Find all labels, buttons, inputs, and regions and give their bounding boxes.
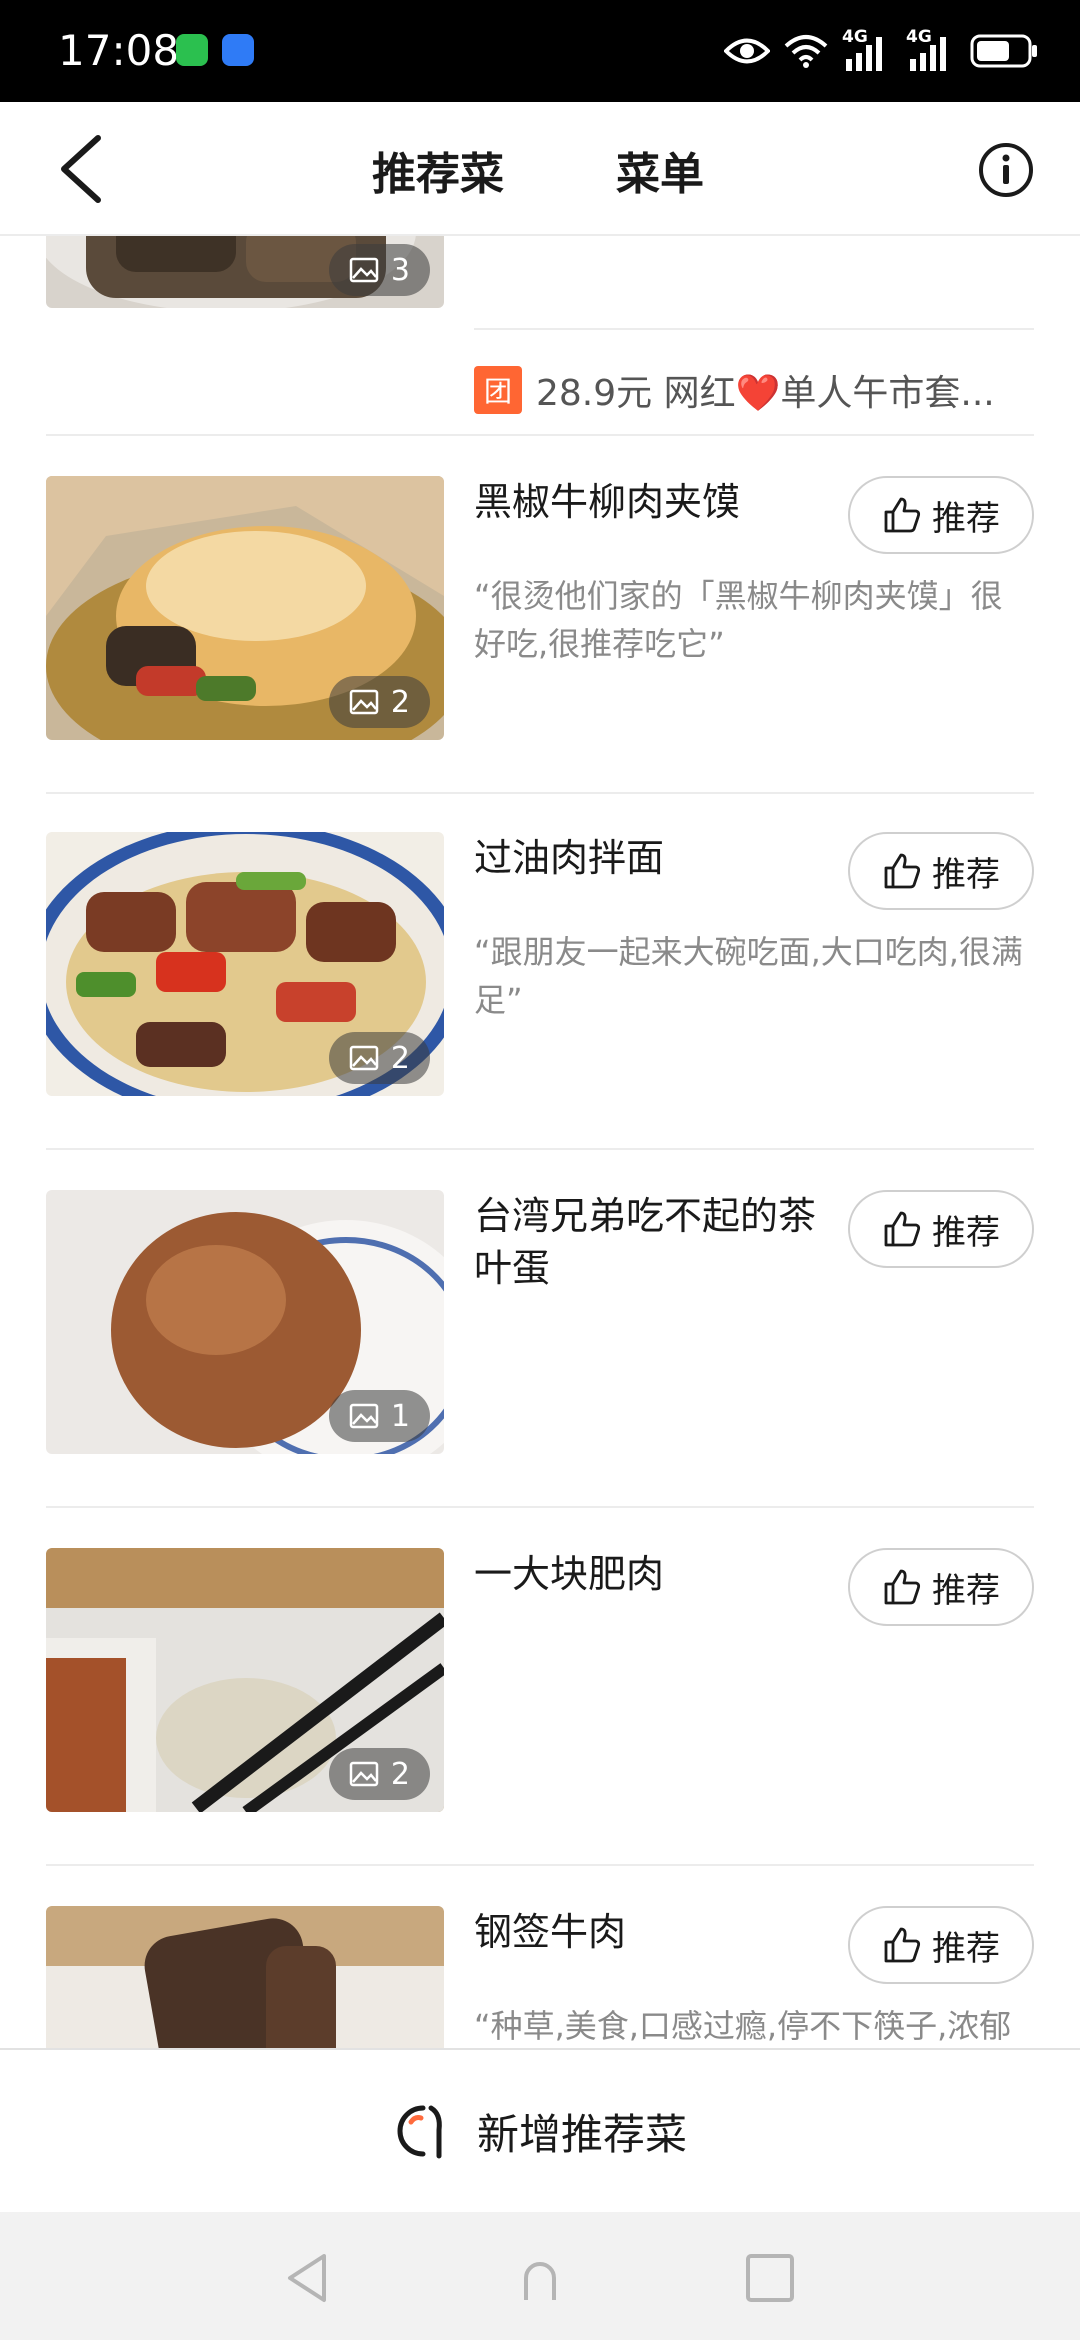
dish-name[interactable]: 过油肉拌面 bbox=[474, 832, 834, 884]
dish-list[interactable]: 3 团 28.9元 网红❤️单人午市套... 2 黑椒牛柳肉夹馍 推荐 “很烫他… bbox=[0, 236, 1080, 2048]
item-divider bbox=[46, 434, 1034, 436]
recommend-label: 推荐 bbox=[932, 1928, 1000, 1969]
recommend-button[interactable]: 推荐 bbox=[848, 476, 1034, 554]
back-icon[interactable] bbox=[50, 132, 120, 206]
image-icon bbox=[349, 689, 379, 715]
item-divider bbox=[46, 1506, 1034, 1508]
thumbs-up-icon bbox=[884, 1927, 921, 1963]
status-indicators: 4G 4G bbox=[724, 26, 1040, 76]
dish-photo[interactable]: 2 bbox=[46, 1548, 444, 1812]
thumbs-up-icon bbox=[884, 1211, 921, 1247]
dish-name[interactable]: 黑椒牛柳肉夹馍 bbox=[474, 476, 834, 528]
system-nav-bar bbox=[0, 2212, 1080, 2340]
recommend-label: 推荐 bbox=[932, 1212, 1000, 1253]
add-recommended-dish-button[interactable]: 新增推荐菜 bbox=[0, 2048, 1080, 2212]
dish-quote: “跟朋友一起来大碗吃面,大口吃肉,很满足” bbox=[474, 933, 1023, 1019]
dish-name[interactable]: 一大块肥肉 bbox=[474, 1548, 834, 1600]
eye-icon bbox=[724, 38, 770, 64]
tab-recommend-label: 推荐菜 bbox=[372, 149, 504, 200]
image-count-badge: 2 bbox=[328, 1032, 430, 1084]
image-count: 3 bbox=[390, 252, 410, 288]
item-divider bbox=[46, 1864, 1034, 1866]
item-divider bbox=[46, 1148, 1034, 1150]
group-deal-promo[interactable]: 团 28.9元 网红❤️单人午市套... bbox=[474, 360, 1034, 420]
image-count-badge: 1 bbox=[328, 1390, 430, 1442]
image-icon bbox=[349, 1761, 379, 1787]
tab-menu[interactable]: 菜单 bbox=[616, 138, 704, 202]
add-label: 新增推荐菜 bbox=[476, 2109, 687, 2159]
image-icon bbox=[349, 1045, 379, 1071]
image-count-badge: 3 bbox=[328, 244, 430, 296]
battery-icon bbox=[970, 34, 1037, 68]
recommend-label: 推荐 bbox=[932, 1570, 1000, 1611]
group-buy-badge: 团 bbox=[474, 366, 522, 414]
status-time: 17:08 bbox=[58, 26, 180, 75]
image-count-badge: 2 bbox=[328, 1748, 430, 1800]
image-count: 2 bbox=[390, 1040, 410, 1076]
recommend-label: 推荐 bbox=[932, 854, 1000, 895]
header: 推荐菜 菜单 bbox=[0, 102, 1080, 236]
info-icon[interactable] bbox=[978, 142, 1034, 198]
dish-photo-partial[interactable]: 3 bbox=[46, 236, 444, 308]
status-bar: 17:08 4G 4G bbox=[0, 0, 1080, 102]
tab-menu-label: 菜单 bbox=[616, 149, 704, 200]
dish-photo[interactable]: 2 bbox=[46, 476, 444, 740]
recommend-button[interactable]: 推荐 bbox=[848, 1190, 1034, 1268]
signal-icon-2: 4G bbox=[906, 27, 956, 73]
image-count-badge: 2 bbox=[328, 676, 430, 728]
image-count: 2 bbox=[390, 684, 410, 720]
add-dish-icon bbox=[397, 2105, 442, 2159]
item-divider bbox=[46, 792, 1034, 794]
divider bbox=[474, 328, 1034, 330]
shield-icon bbox=[222, 34, 254, 66]
thumbs-up-icon bbox=[884, 853, 921, 889]
recommend-button[interactable]: 推荐 bbox=[848, 1548, 1034, 1626]
tab-recommend[interactable]: 推荐菜 bbox=[372, 138, 504, 202]
recommend-button[interactable]: 推荐 bbox=[848, 1906, 1034, 1984]
image-count: 2 bbox=[390, 1756, 410, 1792]
nav-recents-icon[interactable] bbox=[742, 2250, 798, 2306]
promo-text: 28.9元 网红❤️单人午市套... bbox=[536, 373, 995, 414]
dish-photo[interactable] bbox=[46, 1906, 444, 2048]
dish-quote: “种草,美食,口感过瘾,停不下筷子,浓郁 bbox=[474, 2007, 1012, 2045]
nav-home-icon[interactable] bbox=[512, 2250, 568, 2306]
image-icon bbox=[349, 257, 379, 283]
thumbs-up-icon bbox=[884, 497, 921, 533]
thumbs-up-icon bbox=[884, 1569, 921, 1605]
image-count: 1 bbox=[390, 1398, 410, 1434]
dish-quote: “很烫他们家的「黑椒牛柳肉夹馍」很好吃,很推荐吃它” bbox=[474, 577, 1003, 663]
nav-back-icon[interactable] bbox=[280, 2250, 336, 2306]
dish-photo[interactable]: 2 bbox=[46, 832, 444, 1096]
recommend-button[interactable]: 推荐 bbox=[848, 832, 1034, 910]
dish-name[interactable]: 台湾兄弟吃不起的茶叶蛋 bbox=[474, 1190, 834, 1294]
image-icon bbox=[349, 1403, 379, 1429]
wechat-icon bbox=[176, 34, 208, 66]
dish-photo[interactable]: 1 bbox=[46, 1190, 444, 1454]
dish-name[interactable]: 钢签牛肉 bbox=[474, 1906, 834, 1958]
recommend-label: 推荐 bbox=[932, 498, 1000, 539]
wifi-icon bbox=[784, 35, 828, 68]
signal-icon: 4G bbox=[842, 27, 892, 73]
